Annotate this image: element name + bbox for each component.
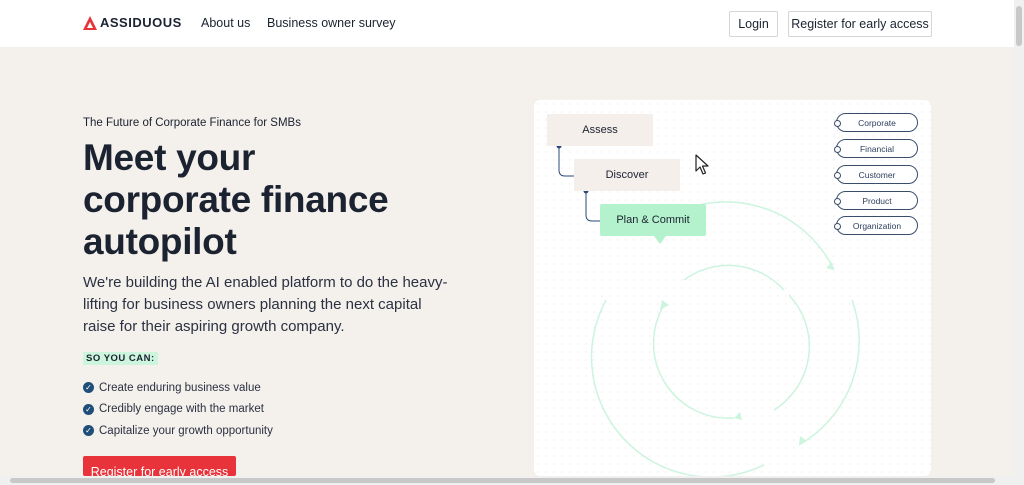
so-you-can-badge: SO YOU CAN: — [83, 352, 158, 365]
hero-tagline: The Future of Corporate Finance for SMBs — [83, 117, 301, 129]
headline-line: corporate finance — [83, 179, 389, 220]
benefit-label: Credibly engage with the market — [99, 403, 264, 416]
brand-name: ASSIDUOUS — [100, 15, 182, 30]
vertical-scrollbar[interactable] — [1014, 0, 1024, 485]
step-discover[interactable]: Discover — [574, 159, 680, 191]
headline-line: autopilot — [83, 221, 237, 262]
nav-link-survey[interactable]: Business owner survey — [267, 16, 396, 30]
benefit-list: ✓ Create enduring business value ✓ Credi… — [83, 377, 273, 442]
benefit-item: ✓ Create enduring business value — [83, 377, 273, 399]
category-pill-customer[interactable]: Customer — [834, 165, 918, 184]
benefit-item: ✓ Capitalize your growth opportunity — [83, 420, 273, 442]
benefit-label: Create enduring business value — [99, 381, 261, 394]
scrollbar-thumb[interactable] — [10, 478, 995, 483]
register-button[interactable]: Register for early access — [788, 11, 932, 37]
brand-logo[interactable]: ASSIDUOUS — [83, 15, 182, 30]
check-circle-icon: ✓ — [83, 403, 94, 415]
headline-line: Meet your — [83, 137, 256, 178]
step-assess[interactable]: Assess — [547, 114, 653, 146]
top-nav: ASSIDUOUS About us Business owner survey… — [0, 0, 1014, 47]
check-circle-icon: ✓ — [83, 425, 94, 437]
category-pill-organization[interactable]: Organization — [834, 216, 918, 235]
hero-headline: Meet your corporate finance autopilot — [83, 137, 443, 263]
hero-subtext: We're building the AI enabled platform t… — [83, 274, 448, 335]
logo-triangle-icon — [83, 15, 97, 30]
benefit-item: ✓ Credibly engage with the market — [83, 399, 273, 421]
scrollbar-thumb[interactable] — [1016, 6, 1022, 46]
horizontal-scrollbar[interactable] — [0, 476, 1014, 485]
category-pill-product[interactable]: Product — [834, 191, 918, 210]
category-pill-financial[interactable]: Financial — [834, 139, 918, 158]
category-pill-corporate[interactable]: Corporate — [834, 113, 918, 132]
benefit-label: Capitalize your growth opportunity — [99, 424, 273, 437]
check-circle-icon: ✓ — [83, 382, 94, 394]
nav-link-about[interactable]: About us — [201, 16, 250, 30]
step-plan-commit[interactable]: Plan & Commit — [600, 204, 706, 236]
mouse-pointer-icon — [695, 154, 709, 175]
login-button[interactable]: Login — [729, 11, 778, 37]
cta-register-button[interactable]: Register for early access — [83, 456, 236, 476]
process-diagram-card: Assess Discover Plan & Commit Corporate … — [534, 100, 931, 476]
